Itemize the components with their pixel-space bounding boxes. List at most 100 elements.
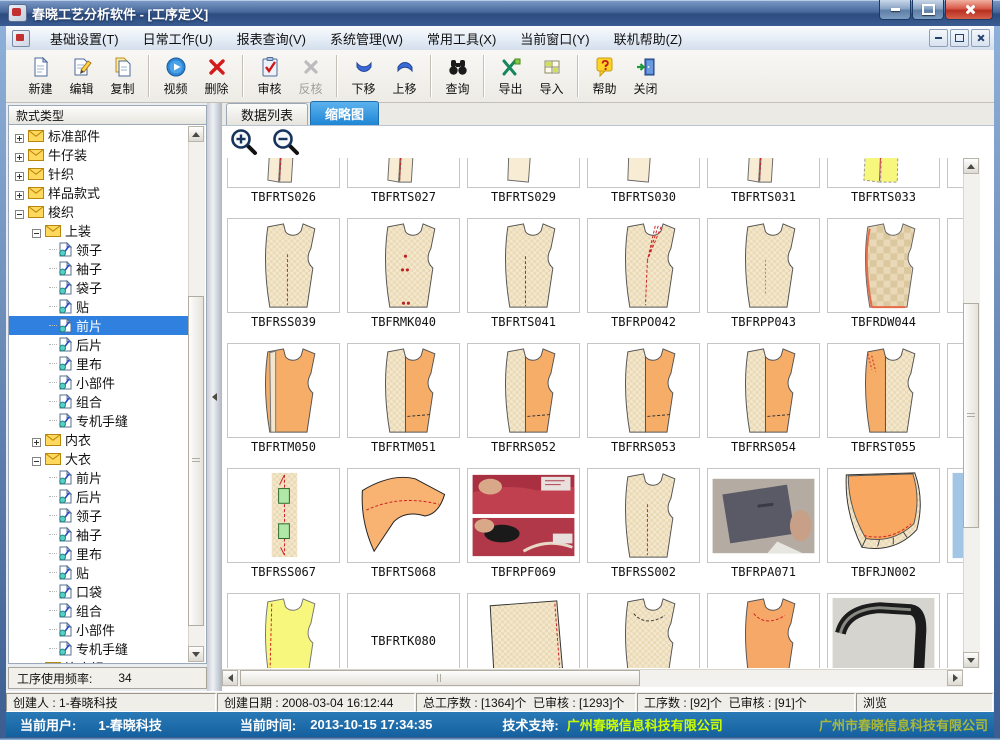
toolbar-button-12[interactable]: 帮助 bbox=[584, 53, 625, 99]
tree-item-7[interactable]: 袖子 bbox=[9, 259, 190, 278]
tree-item-8[interactable]: 袋子 bbox=[9, 278, 190, 297]
tree-scroll-up-icon[interactable] bbox=[188, 126, 204, 142]
thumbnail-cell[interactable] bbox=[467, 593, 580, 668]
tree-item-23[interactable]: 贴 bbox=[9, 563, 190, 582]
menu-item-3[interactable]: 系统管理(W) bbox=[318, 26, 415, 51]
expand-icon[interactable] bbox=[15, 188, 24, 197]
tree-item-17[interactable]: 大衣 bbox=[9, 449, 190, 468]
grid-scroll-left-icon[interactable] bbox=[222, 670, 238, 686]
toolbar-button-9[interactable]: 查询 bbox=[437, 53, 478, 99]
tree-item-5[interactable]: 上装 bbox=[9, 221, 190, 240]
menu-item-0[interactable]: 基础设置(T) bbox=[38, 26, 131, 51]
thumbnail-cell[interactable] bbox=[587, 593, 700, 668]
tree-item-21[interactable]: 袖子 bbox=[9, 525, 190, 544]
thumbnail-cell[interactable]: TBFRST055 bbox=[827, 343, 940, 458]
expand-icon[interactable] bbox=[15, 150, 24, 159]
tree-item-12[interactable]: 里布 bbox=[9, 354, 190, 373]
collapse-icon[interactable] bbox=[32, 454, 41, 463]
zoom-in-icon[interactable] bbox=[230, 128, 258, 156]
thumbnail-cell[interactable]: TBFRRS053 bbox=[587, 343, 700, 458]
toolbar-button-5[interactable]: 审核 bbox=[249, 53, 290, 99]
mdi-restore-button[interactable] bbox=[950, 29, 969, 47]
toolbar-button-13[interactable]: 关闭 bbox=[625, 53, 666, 99]
panel-splitter[interactable] bbox=[207, 103, 222, 691]
toolbar-button-1[interactable]: 编辑 bbox=[61, 53, 102, 99]
tree-scroll-thumb[interactable] bbox=[188, 296, 204, 626]
toolbar-button-2[interactable]: 复制 bbox=[102, 53, 143, 99]
tree-item-25[interactable]: 组合 bbox=[9, 601, 190, 620]
toolbar-button-11[interactable]: 导入 bbox=[531, 53, 572, 99]
thumbnail-cell[interactable]: TBFRTK080 bbox=[347, 593, 460, 668]
thumbnail-cell[interactable]: TBFRPO042 bbox=[587, 218, 700, 333]
grid-scroll-down-icon[interactable] bbox=[963, 652, 979, 668]
grid-hscroll-thumb[interactable] bbox=[240, 670, 640, 686]
tree-item-22[interactable]: 里布 bbox=[9, 544, 190, 563]
tree-item-11[interactable]: 后片 bbox=[9, 335, 190, 354]
collapse-panel-icon[interactable] bbox=[212, 393, 217, 401]
tree-item-10[interactable]: 前片 bbox=[9, 316, 190, 335]
collapse-icon[interactable] bbox=[15, 207, 24, 216]
tree-item-1[interactable]: 牛仔装 bbox=[9, 145, 190, 164]
collapse-icon[interactable] bbox=[32, 226, 41, 235]
thumbnail-cell[interactable]: TBFRRS052 bbox=[467, 343, 580, 458]
thumbnail-cell[interactable]: TBFRTS041 bbox=[467, 218, 580, 333]
tab-thumbnails[interactable]: 缩略图 bbox=[310, 101, 379, 125]
toolbar-button-10[interactable]: 导出 bbox=[490, 53, 531, 99]
maximize-button[interactable] bbox=[912, 0, 944, 20]
tree-item-2[interactable]: 针织 bbox=[9, 164, 190, 183]
thumbnail-cell[interactable]: TBFRSS002 bbox=[587, 468, 700, 583]
tree-scroll-down-icon[interactable] bbox=[188, 646, 204, 662]
expand-icon[interactable] bbox=[15, 169, 24, 178]
thumbnail-cell[interactable]: TBFRTS031 bbox=[707, 158, 820, 208]
thumbnail-cell[interactable]: TBFRTS033 bbox=[827, 158, 940, 208]
thumbnail-cell[interactable]: TBFRPP043 bbox=[707, 218, 820, 333]
tree-item-28[interactable]: 连衣裙 bbox=[9, 658, 190, 664]
tree-item-18[interactable]: 前片 bbox=[9, 468, 190, 487]
tree-item-26[interactable]: 小部件 bbox=[9, 620, 190, 639]
thumbnail-cell[interactable]: TBFRDW044 bbox=[827, 218, 940, 333]
tree-item-16[interactable]: 内衣 bbox=[9, 430, 190, 449]
thumbnail-cell[interactable] bbox=[827, 593, 940, 668]
zoom-out-icon[interactable] bbox=[272, 128, 300, 156]
toolbar-button-7[interactable]: 下移 bbox=[343, 53, 384, 99]
menu-item-4[interactable]: 常用工具(X) bbox=[415, 26, 508, 51]
tree-item-19[interactable]: 后片 bbox=[9, 487, 190, 506]
mdi-close-button[interactable] bbox=[971, 29, 990, 47]
thumbnail-cell[interactable]: TBFRTM051 bbox=[347, 343, 460, 458]
tree-item-0[interactable]: 标准部件 bbox=[9, 126, 190, 145]
grid-vertical-scrollbar[interactable] bbox=[963, 158, 980, 668]
thumbnail-cell[interactable]: TBFRJN002 bbox=[827, 468, 940, 583]
thumbnail-cell[interactable] bbox=[227, 593, 340, 668]
thumbnail-cell[interactable]: TBFRTM050 bbox=[227, 343, 340, 458]
toolbar-button-0[interactable]: 新建 bbox=[20, 53, 61, 99]
toolbar-button-4[interactable]: 删除 bbox=[196, 53, 237, 99]
tree-item-9[interactable]: 贴 bbox=[9, 297, 190, 316]
thumbnail-cell[interactable]: TBFRSS067 bbox=[227, 468, 340, 583]
thumbnail-cell[interactable] bbox=[947, 343, 963, 458]
thumbnail-cell[interactable]: TBFRPA071 bbox=[707, 468, 820, 583]
mdi-minimize-button[interactable] bbox=[929, 29, 948, 47]
thumbnail-cell[interactable]: TBFRTS027 bbox=[347, 158, 460, 208]
grid-scroll-right-icon[interactable] bbox=[947, 670, 963, 686]
toolbar-button-8[interactable]: 上移 bbox=[384, 53, 425, 99]
menu-item-5[interactable]: 当前窗口(Y) bbox=[508, 26, 601, 51]
expand-icon[interactable] bbox=[15, 131, 24, 140]
thumbnail-cell[interactable] bbox=[947, 158, 963, 208]
thumbnail-cell[interactable]: TBFRTS030 bbox=[587, 158, 700, 208]
tree-item-4[interactable]: 梭织 bbox=[9, 202, 190, 221]
tree-scrollbar[interactable] bbox=[188, 126, 205, 662]
grid-scroll-up-icon[interactable] bbox=[963, 158, 979, 174]
tree-item-14[interactable]: 组合 bbox=[9, 392, 190, 411]
tree-item-6[interactable]: 领子 bbox=[9, 240, 190, 259]
thumbnail-cell[interactable]: TBFRRS054 bbox=[707, 343, 820, 458]
menu-item-1[interactable]: 日常工作(U) bbox=[131, 26, 225, 51]
menu-item-2[interactable]: 报表查询(V) bbox=[225, 26, 318, 51]
tree-item-20[interactable]: 领子 bbox=[9, 506, 190, 525]
tree-item-27[interactable]: 专机手缝 bbox=[9, 639, 190, 658]
expand-icon[interactable] bbox=[32, 663, 41, 664]
toolbar-button-3[interactable]: 视频 bbox=[155, 53, 196, 99]
thumbnail-cell[interactable] bbox=[707, 593, 820, 668]
thumbnail-cell[interactable]: TBFRTS026 bbox=[227, 158, 340, 208]
minimize-button[interactable] bbox=[879, 0, 911, 20]
thumbnail-cell[interactable]: TBFRPF069 bbox=[467, 468, 580, 583]
